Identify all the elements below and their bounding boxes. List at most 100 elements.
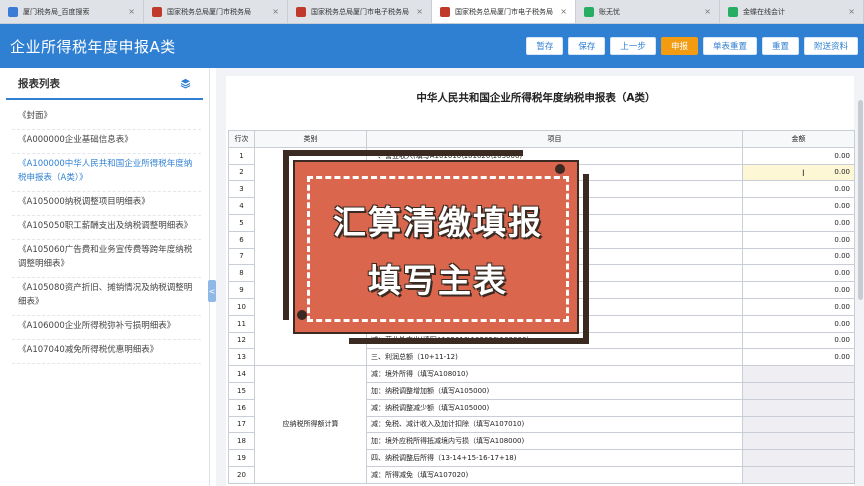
row-number: 10 (228, 297, 255, 316)
amount-cell[interactable] (742, 415, 855, 434)
amount-cell[interactable]: 0.00 (742, 197, 855, 215)
table-header-row: 行次 类别 项目 金额 (228, 130, 855, 148)
header-category: 类别 (254, 130, 367, 148)
row-number: 12 (228, 331, 255, 350)
sidebar-item-a100000[interactable]: 《A100000中华人民共和国企业所得税年度纳税申报表（A类）》 (12, 154, 201, 192)
overlay-headline: 汇算清缴填报 (333, 203, 543, 242)
amount-cell[interactable]: 0.00 (742, 264, 855, 283)
amount-cell[interactable] (742, 365, 855, 383)
category-cell: 应纳税所得额计算 (254, 365, 367, 484)
item-cell: 三、利润总额（10+11-12) (366, 348, 743, 367)
header-row-no: 行次 (228, 130, 255, 148)
favicon-icon (296, 6, 306, 17)
row-number: 8 (228, 264, 255, 283)
browser-tab-strip: 厦门税务局_百度搜索 × 国家税务总局厦门市税务局 × 国家税务总局厦门市电子税务局 × 国… (0, 0, 864, 24)
amount-cell[interactable] (742, 449, 855, 467)
sidebar-item-a105050[interactable]: 《A105050职工薪酬支出及纳税调整明细表》 (12, 216, 201, 240)
amount-cell[interactable]: 0.00 (742, 163, 855, 182)
toolbar: 暂存 保存 上一步 申报 单表重置 重置 附送资料 (526, 37, 858, 55)
close-icon[interactable]: × (272, 7, 279, 16)
layers-icon[interactable] (180, 78, 191, 89)
attach-materials-button[interactable]: 附送资料 (803, 37, 858, 55)
browser-tab-label: 账无忧 (599, 7, 620, 16)
amount-cell[interactable]: 0.00 (742, 146, 855, 165)
sidebar-item-cover[interactable]: 《封面》 (12, 106, 201, 130)
close-icon[interactable]: × (416, 7, 423, 16)
amount-cell[interactable]: 0.00 (742, 331, 855, 350)
scrollbar[interactable] (858, 100, 863, 300)
amount-cell[interactable]: 0.00 (742, 314, 855, 333)
amount-cell[interactable]: 0.00 (742, 348, 855, 367)
submit-declaration-button[interactable]: 申报 (660, 37, 698, 55)
item-cell: 减：免税、减计收入及加计扣除（填写A107010) (366, 415, 743, 434)
item-cell: 加：境外应税所得抵减境内亏损（填写A108000) (366, 432, 743, 451)
amount-cell[interactable] (742, 432, 855, 451)
browser-tab-label: 国家税务总局厦门市电子税务局 (311, 7, 409, 16)
amount-cell[interactable] (742, 381, 855, 400)
close-icon[interactable]: × (560, 7, 567, 16)
browser-tab-label: 厦门税务局_百度搜索 (23, 7, 90, 16)
amount-cell[interactable]: 0.00 (742, 180, 855, 199)
favicon-icon (728, 6, 738, 17)
item-cell: 加：纳税调整增加额（填写A105000) (366, 381, 743, 400)
row-number: 4 (228, 197, 255, 215)
row-number: 18 (228, 432, 255, 451)
sidebar-item-a105080[interactable]: 《A105080资产折旧、摊销情况及纳税调整明细表》 (12, 278, 201, 316)
row-number: 7 (228, 247, 255, 266)
collapse-sidebar-handle[interactable]: < (208, 280, 216, 302)
overlay-card: 汇算清缴填报 填写主表 (293, 160, 579, 334)
app-header: 企业所得税年度申报A类 暂存 保存 上一步 申报 单表重置 重置 附送资料 (0, 24, 864, 68)
row-number: 13 (228, 348, 255, 367)
browser-tab[interactable]: 国家税务总局厦门市电子税务局 × (288, 0, 432, 23)
reset-sheet-button[interactable]: 单表重置 (702, 37, 757, 55)
table-row: 14 应纳税所得额计算 减：境外所得（填写A108010) (228, 365, 855, 484)
sidebar-item-a000000[interactable]: 《A000000企业基础信息表》 (12, 130, 201, 154)
save-button[interactable]: 保存 (568, 37, 606, 55)
sidebar-title: 报表列表 (18, 77, 60, 90)
overlay-inner: 汇算清缴填报 填写主表 (307, 176, 569, 322)
header-amount: 金额 (742, 130, 855, 148)
sidebar-header: 报表列表 (6, 68, 203, 100)
amount-cell[interactable]: 0.00 (742, 247, 855, 266)
item-cell: 减：纳税调整减少额（填写A105000) (366, 398, 743, 417)
amount-cell[interactable] (742, 465, 855, 484)
sidebar-item-a105060[interactable]: 《A105060广告费和业务宣传费等跨年度纳税调整明细表》 (12, 240, 201, 278)
item-cell: 减：境外所得（填写A108010) (366, 365, 743, 383)
browser-tab[interactable]: 厦门税务局_百度搜索 × (0, 0, 144, 23)
sidebar-item-a107040[interactable]: 《A107040减免所得税优惠明细表》 (12, 340, 201, 364)
row-number: 9 (228, 281, 255, 299)
row-number: 3 (228, 180, 255, 199)
sidebar-item-a106000[interactable]: 《A106000企业所得税弥补亏损明细表》 (12, 316, 201, 340)
browser-tab[interactable]: 国家税务总局厦门市税务局 × (144, 0, 288, 23)
report-list: 《封面》 《A000000企业基础信息表》 《A100000中华人民共和国企业所… (0, 100, 209, 364)
browser-tab-label: 金蝶在线会计 (743, 7, 785, 16)
favicon-icon (8, 6, 18, 17)
browser-tab-label: 国家税务总局厦门市税务局 (167, 7, 251, 16)
row-number: 11 (228, 314, 255, 333)
close-icon[interactable]: × (704, 7, 711, 16)
amount-cell[interactable]: 0.00 (742, 230, 855, 249)
item-cell: 减：所得减免（填写A107020) (366, 465, 743, 484)
row-number: 1 (228, 146, 255, 165)
reset-button[interactable]: 重置 (761, 37, 799, 55)
row-number: 19 (228, 449, 255, 467)
row-number: 6 (228, 230, 255, 249)
temp-save-button[interactable]: 暂存 (526, 37, 564, 55)
close-icon[interactable]: × (128, 7, 135, 16)
browser-tab[interactable]: 账无忧 × (576, 0, 720, 23)
amount-cell[interactable]: 0.00 (742, 281, 855, 299)
form-title: 中华人民共和国企业所得税年度纳税申报表（A类） (416, 92, 656, 104)
amount-cell[interactable]: 0.00 (742, 213, 855, 232)
browser-tab[interactable]: 金蝶在线会计 × (720, 0, 864, 23)
text-cursor-icon: I (802, 169, 805, 179)
browser-tab[interactable]: 国家税务总局厦门市电子税务局 × (432, 0, 576, 23)
overlay-dot (555, 164, 565, 174)
amount-cell[interactable] (742, 398, 855, 417)
page-title: 企业所得税年度申报A类 (10, 37, 176, 56)
sidebar-item-a105000[interactable]: 《A105000纳税调整项目明细表》 (12, 192, 201, 216)
previous-step-button[interactable]: 上一步 (610, 37, 656, 55)
amount-cell[interactable]: 0.00 (742, 297, 855, 316)
row-number: 20 (228, 465, 255, 484)
overlay-subheadline: 填写主表 (368, 261, 508, 300)
close-icon[interactable]: × (848, 7, 855, 16)
